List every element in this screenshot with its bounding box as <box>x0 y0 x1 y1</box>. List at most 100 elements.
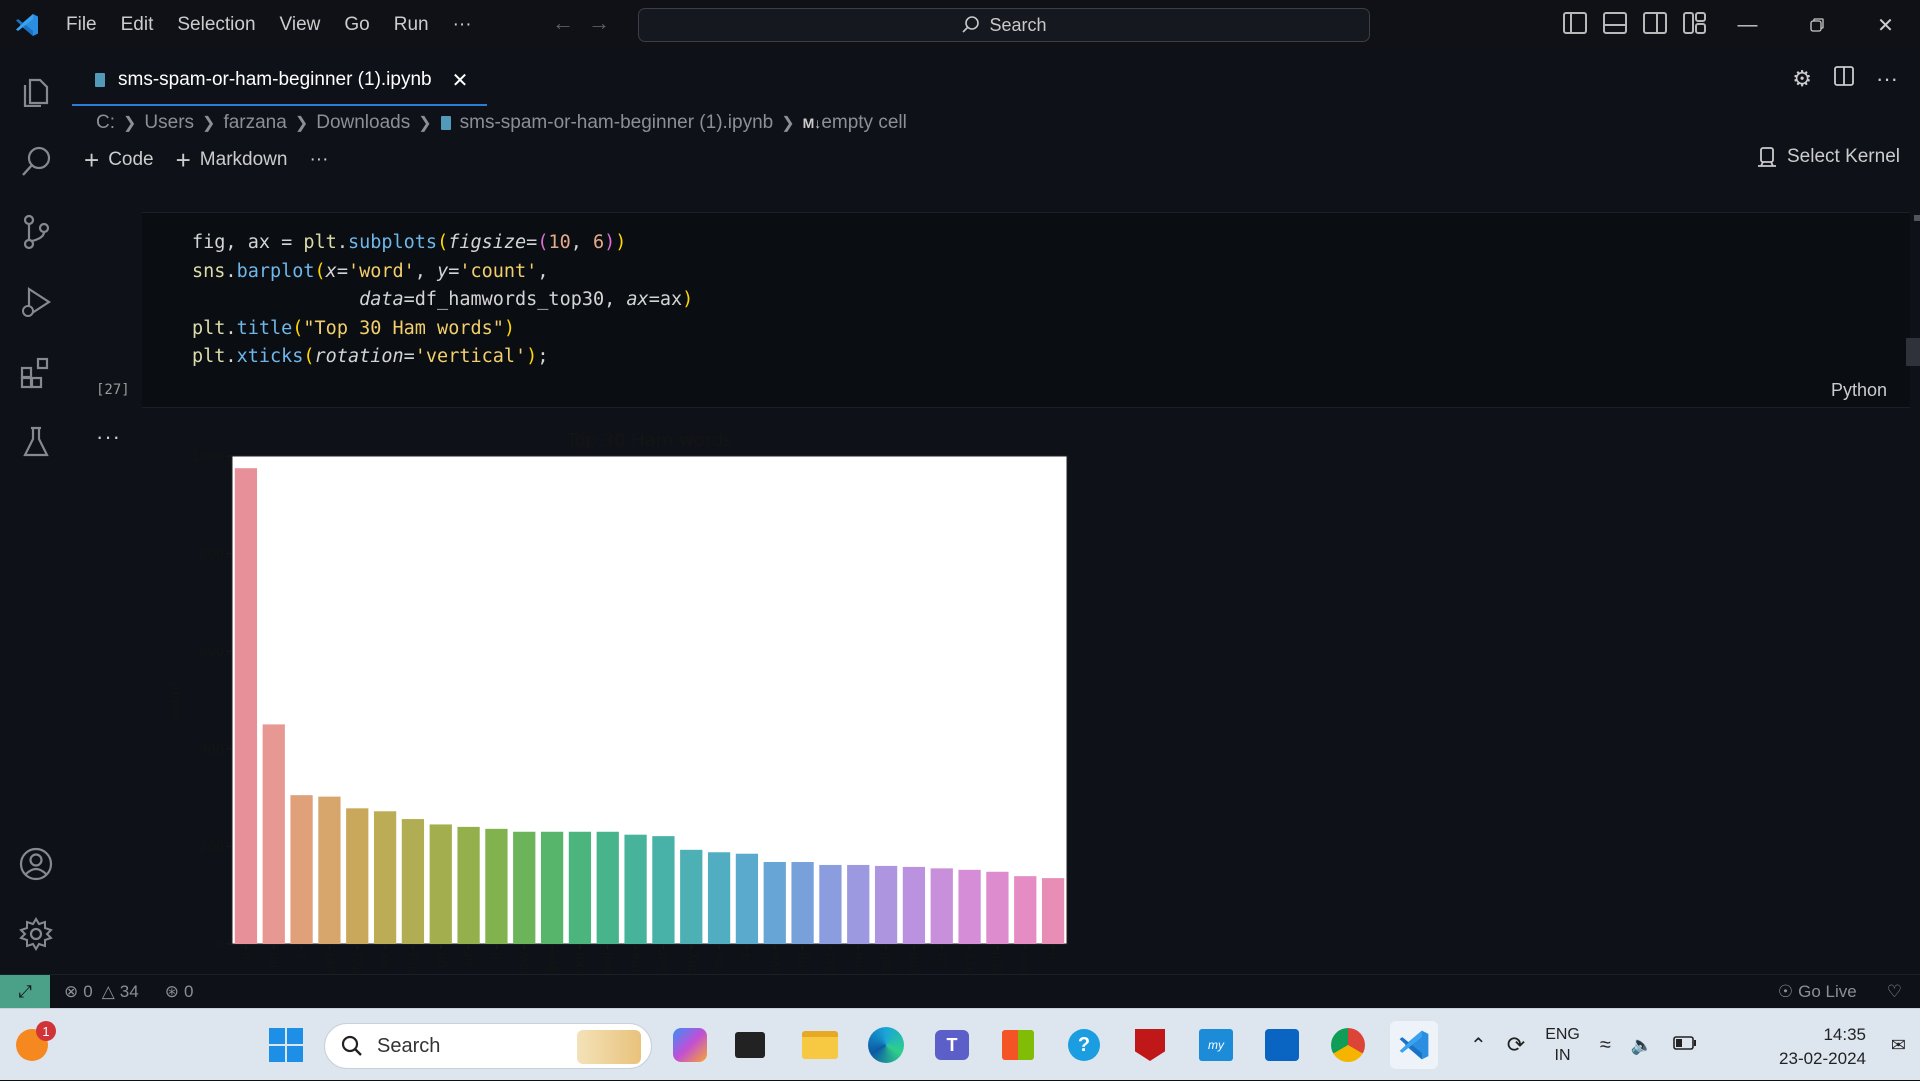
code-editor[interactable]: fig, ax = plt.subplots(figsize=(10, 6)) … <box>192 229 693 372</box>
system-tray: ⌃ ⟳ ENG IN ≈ 🔈 <box>1470 1009 1697 1081</box>
minimize-button[interactable]: — <box>1713 0 1782 50</box>
bar <box>290 795 313 944</box>
testing-flask-icon[interactable] <box>14 420 58 464</box>
manage-gear-icon[interactable] <box>14 912 58 956</box>
y-axis-label: count <box>169 682 184 719</box>
select-kernel-button[interactable]: Select Kernel <box>1757 146 1900 168</box>
help-icon[interactable]: ? <box>1060 1021 1108 1069</box>
run-and-debug-icon[interactable] <box>14 280 58 324</box>
taskbar-search[interactable]: Search <box>324 1023 652 1069</box>
language-code: ENG <box>1545 1026 1580 1043</box>
breadcrumb-user[interactable]: farzana <box>223 112 286 134</box>
region-code: IN <box>1554 1047 1571 1064</box>
plus-icon: + <box>175 144 191 175</box>
notification-center-icon[interactable]: ✉ <box>1891 1035 1906 1056</box>
extensions-icon[interactable] <box>14 350 58 394</box>
bar <box>513 831 536 944</box>
file-explorer-icon[interactable] <box>796 1021 844 1069</box>
forward-arrow-icon[interactable]: → <box>588 10 610 36</box>
mcafee-icon[interactable] <box>1126 1021 1174 1069</box>
x-tick-label: 2 <box>295 952 310 960</box>
teams-icon[interactable]: T <box>928 1021 976 1069</box>
close-tab-icon[interactable]: ✕ <box>452 68 469 93</box>
customize-layout-icon[interactable] <box>1683 12 1707 34</box>
chrome-icon[interactable] <box>1324 1021 1372 1069</box>
file-viewer-icon[interactable] <box>726 1021 774 1069</box>
bar-chart: Top 30 Ham words 0 200 400 600 800 1000 count u i… <box>169 430 1068 989</box>
vscode-taskbar-icon[interactable] <box>1390 1021 1438 1069</box>
problems-indicator[interactable]: ⊗ 0 △ 34 <box>64 982 139 1002</box>
overview-ruler-mark <box>1914 215 1920 221</box>
breadcrumb-cell[interactable]: empty cell <box>821 112 907 134</box>
layout-controls <box>1563 12 1707 34</box>
ports-indicator[interactable]: ⊛ 0 <box>165 982 194 1002</box>
wifi-icon[interactable]: ≈ <box>1600 1034 1611 1057</box>
code-cell[interactable]: fig, ax = plt.subplots(figsize=(10, 6)) … <box>142 212 1910 408</box>
explorer-icon[interactable] <box>14 68 58 112</box>
go-live-button[interactable]: ☉ Go Live <box>1778 982 1857 1002</box>
language-indicator[interactable]: ENG IN <box>1545 1024 1580 1066</box>
cell-language-label[interactable]: Python <box>1831 380 1887 401</box>
microsoft-store-icon[interactable] <box>994 1021 1042 1069</box>
remote-indicator-icon[interactable]: ⤢ <box>0 974 50 1009</box>
search-highlight-image <box>577 1030 641 1064</box>
battery-icon[interactable] <box>1673 1035 1697 1055</box>
plus-icon: + <box>84 144 100 175</box>
toggle-secondary-sidebar-icon[interactable] <box>1643 12 1667 34</box>
bar <box>819 864 842 944</box>
chart-output: Top 30 Ham words 0 200 400 600 800 1000 count u i… <box>140 418 1090 989</box>
kernel-icon <box>1757 147 1776 167</box>
notifications-bell-icon[interactable]: ♡ <box>1887 982 1902 1002</box>
bar <box>346 808 369 944</box>
back-arrow-icon[interactable]: ← <box>552 10 574 36</box>
split-editor-icon[interactable] <box>1834 66 1854 92</box>
accounts-icon[interactable] <box>14 842 58 886</box>
breadcrumb-users[interactable]: Users <box>144 112 194 134</box>
menu-go[interactable]: Go <box>332 0 381 50</box>
editor-tab[interactable]: sms-spam-or-ham-beginner (1).ipynb ✕ <box>72 56 487 106</box>
breadcrumb-drive[interactable]: C: <box>96 112 115 134</box>
toggle-primary-sidebar-icon[interactable] <box>1563 12 1587 34</box>
bar <box>429 824 452 944</box>
output-more-button[interactable]: ··· <box>96 424 121 450</box>
close-window-button[interactable]: ✕ <box>1851 0 1920 50</box>
vscode-logo-icon <box>0 0 54 50</box>
notebook-settings-gear-icon[interactable]: ⚙ <box>1792 66 1812 92</box>
sync-icon[interactable]: ⟳ <box>1507 1032 1525 1058</box>
add-markdown-cell-button[interactable]: + Markdown <box>176 145 288 176</box>
source-control-icon[interactable] <box>14 210 58 254</box>
x-tick-label: still <box>990 952 1005 975</box>
menu-run[interactable]: Run <box>382 0 441 50</box>
menu-view[interactable]: View <box>268 0 333 50</box>
status-bar-right: ☉ Go Live ♡ <box>1764 975 1902 1009</box>
windows-start-icon[interactable] <box>262 1021 310 1069</box>
toggle-panel-icon[interactable] <box>1603 12 1627 34</box>
restore-button[interactable] <box>1782 0 1851 50</box>
toolbar-more-button[interactable]: ··· <box>309 149 328 171</box>
menu-edit[interactable]: Edit <box>109 0 166 50</box>
weather-widget-icon[interactable]: 1 <box>8 1021 56 1069</box>
myhp-icon[interactable]: my <box>1192 1021 1240 1069</box>
add-code-cell-button[interactable]: + Code <box>84 145 154 176</box>
clock-date: 23-02-2024 <box>1779 1049 1866 1068</box>
menu-file[interactable]: File <box>54 0 109 50</box>
search-icon <box>962 16 980 33</box>
menu-selection[interactable]: Selection <box>165 0 267 50</box>
scrollbar-thumb[interactable] <box>1906 338 1920 366</box>
breadcrumb-downloads[interactable]: Downloads <box>316 112 410 134</box>
more-actions-icon[interactable]: ··· <box>1876 66 1898 92</box>
breadcrumb-file[interactable]: sms-spam-or-ham-beginner (1).ipynb <box>460 112 774 134</box>
show-hidden-icons-chevron-up-icon[interactable]: ⌃ <box>1470 1033 1487 1058</box>
command-center-search[interactable]: Search <box>638 8 1370 42</box>
markdown-badge: M↓ <box>802 115 822 131</box>
markdown-label: Markdown <box>199 149 288 170</box>
volume-icon[interactable]: 🔈 <box>1631 1035 1653 1056</box>
edge-browser-icon[interactable] <box>862 1021 910 1069</box>
outlook-icon[interactable] <box>1258 1021 1306 1069</box>
y-tick-label: 600 <box>199 645 224 660</box>
x-tick-label: got <box>545 952 560 973</box>
menu-more[interactable]: ··· <box>441 0 484 50</box>
clock[interactable]: 14:35 23-02-2024 <box>1779 1023 1866 1071</box>
search-icon[interactable] <box>14 140 58 184</box>
copilot-icon[interactable] <box>666 1021 714 1069</box>
